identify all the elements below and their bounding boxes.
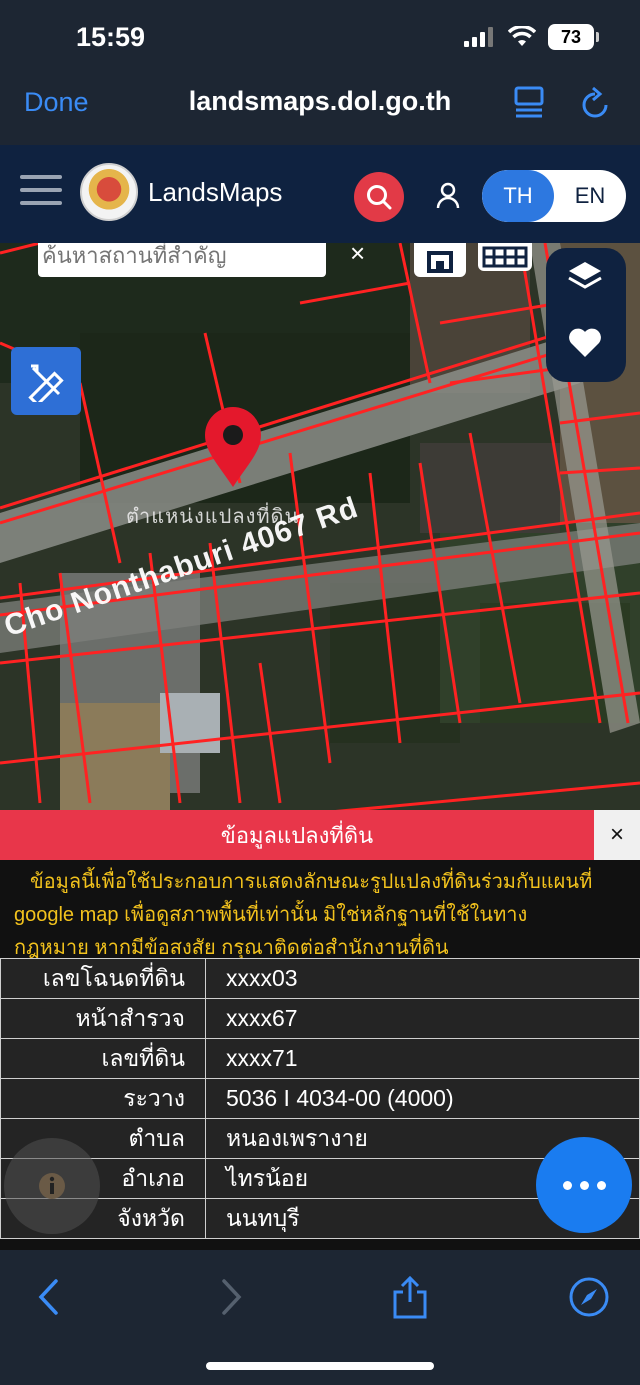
location-pin-icon[interactable] bbox=[203, 407, 263, 489]
row-key: เลขโฉนดที่ดิน bbox=[0, 958, 206, 999]
table-row: ตำบล หนองเพรางาย bbox=[0, 1118, 640, 1159]
table-row: เลขโฉนดที่ดิน xxxx03 bbox=[0, 958, 640, 999]
info-button[interactable] bbox=[4, 1138, 100, 1234]
back-icon[interactable] bbox=[36, 1278, 62, 1316]
parcel-info-title: ข้อมูลแปลงที่ดิน bbox=[0, 810, 594, 860]
battery-icon: 73 bbox=[548, 24, 599, 50]
reader-icon[interactable] bbox=[514, 86, 544, 118]
table-row: เลขที่ดิน xxxx71 bbox=[0, 1038, 640, 1079]
disclaimer-line: google map เพื่อดูสภาพพื้นที่เท่านั้น มิ… bbox=[14, 904, 528, 926]
reload-icon[interactable] bbox=[580, 86, 612, 120]
forward-icon[interactable] bbox=[218, 1278, 244, 1316]
department-logo bbox=[80, 163, 138, 221]
grid-icon bbox=[482, 246, 528, 268]
lang-th-button[interactable]: TH bbox=[482, 170, 554, 222]
layers-icon[interactable] bbox=[566, 258, 604, 296]
home-icon bbox=[427, 251, 453, 273]
place-search-input[interactable] bbox=[42, 243, 326, 269]
lang-en-button[interactable]: EN bbox=[554, 170, 626, 222]
screen: 15:59 73 Done landsmaps.dol.go.th LandsM… bbox=[0, 0, 640, 1385]
wifi-icon bbox=[508, 26, 536, 46]
signal-icon bbox=[464, 27, 493, 47]
disclaimer-line: ข้อมูลนี้เพื่อใช้ประกอบการแสดงลักษณะรูปแ… bbox=[30, 871, 593, 893]
grid-button[interactable] bbox=[478, 243, 532, 271]
language-toggle[interactable]: TH EN bbox=[482, 170, 626, 222]
dot bbox=[596, 1180, 606, 1190]
home-indicator bbox=[206, 1362, 434, 1370]
measure-tool-button[interactable] bbox=[11, 347, 81, 415]
home-button[interactable] bbox=[414, 243, 466, 277]
disclaimer-text: ข้อมูลนี้เพื่อใช้ประกอบการแสดงลักษณะรูปแ… bbox=[14, 866, 630, 965]
heart-icon[interactable] bbox=[566, 324, 604, 360]
row-value: xxxx71 bbox=[205, 1038, 640, 1079]
row-value: xxxx67 bbox=[205, 998, 640, 1039]
close-panel-button[interactable]: × bbox=[594, 810, 640, 860]
ruler-pencil-icon bbox=[28, 364, 64, 402]
status-time: 15:59 bbox=[76, 22, 146, 52]
address-bar[interactable]: landsmaps.dol.go.th bbox=[0, 86, 640, 117]
row-key: เลขที่ดิน bbox=[0, 1038, 206, 1079]
search-icon bbox=[367, 185, 392, 210]
dot bbox=[579, 1180, 589, 1190]
dot bbox=[562, 1180, 572, 1190]
info-icon bbox=[39, 1173, 65, 1199]
row-value: 5036 I 4034-00 (4000) bbox=[205, 1078, 640, 1119]
more-options-button[interactable] bbox=[536, 1137, 632, 1233]
clear-search-button[interactable]: × bbox=[350, 238, 365, 269]
compass-icon[interactable] bbox=[568, 1276, 610, 1318]
share-icon[interactable] bbox=[390, 1274, 430, 1320]
place-search-field[interactable] bbox=[38, 243, 326, 277]
table-row: หน้าสำรวจ xxxx67 bbox=[0, 998, 640, 1039]
user-icon[interactable] bbox=[436, 182, 460, 210]
row-value: xxxx03 bbox=[205, 958, 640, 999]
menu-icon[interactable] bbox=[20, 175, 62, 214]
status-icons: 73 bbox=[464, 24, 599, 50]
search-button[interactable] bbox=[354, 172, 404, 222]
row-key: หน้าสำรวจ bbox=[0, 998, 206, 1039]
brand-name: LandsMaps bbox=[148, 177, 283, 207]
row-key: ระวาง bbox=[0, 1078, 206, 1119]
table-row: ระวาง 5036 I 4034-00 (4000) bbox=[0, 1078, 640, 1119]
